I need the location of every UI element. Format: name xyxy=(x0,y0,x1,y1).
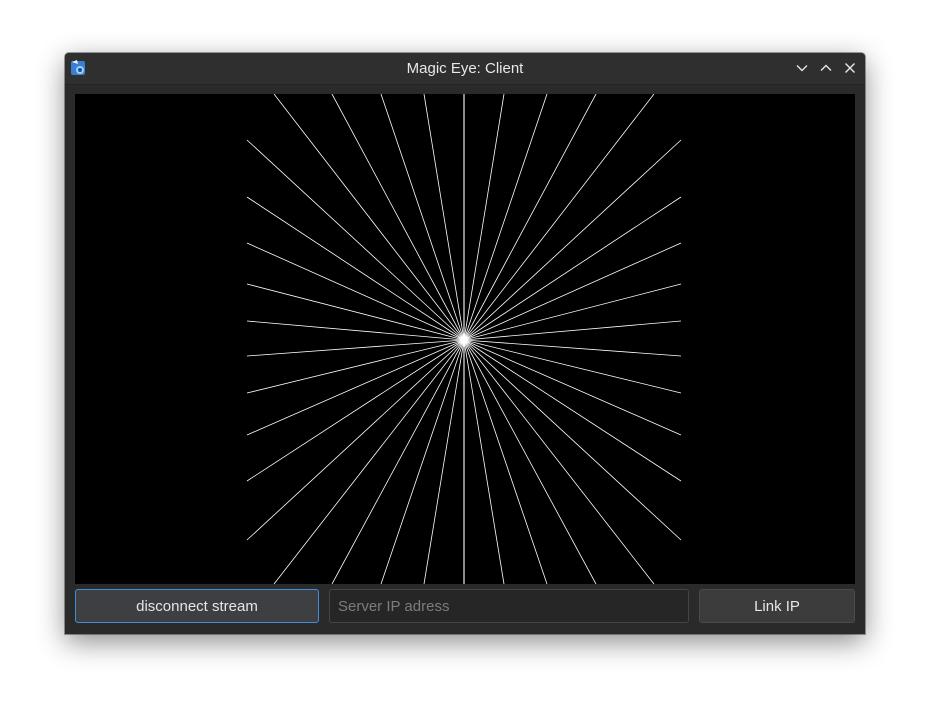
ray-line xyxy=(246,339,465,482)
ray-line xyxy=(463,339,655,584)
ray-line xyxy=(463,339,548,584)
ray-line xyxy=(463,139,682,341)
link-ip-label: Link IP xyxy=(754,597,800,615)
ray-line xyxy=(246,283,465,341)
ray-line xyxy=(380,94,465,341)
ray-line xyxy=(463,320,682,341)
ray-line xyxy=(463,339,682,482)
ray-line xyxy=(273,94,465,341)
app-window: Magic Eye: Client disconnect stream Link… xyxy=(65,53,865,634)
ray-line xyxy=(463,242,682,341)
server-ip-input[interactable] xyxy=(329,589,689,623)
chevron-down-icon xyxy=(796,65,808,72)
title-bar[interactable]: Magic Eye: Client xyxy=(65,53,865,85)
maximize-button[interactable] xyxy=(817,59,835,77)
minimize-button[interactable] xyxy=(793,59,811,77)
starburst-center xyxy=(460,336,468,344)
starburst-pattern xyxy=(246,94,682,584)
window-title: Magic Eye: Client xyxy=(406,60,524,77)
stream-view xyxy=(75,94,855,584)
ray-line xyxy=(246,339,465,541)
ray-line xyxy=(246,139,465,341)
disconnect-stream-label: disconnect stream xyxy=(136,597,258,615)
ray-line xyxy=(246,339,465,436)
close-icon xyxy=(845,63,855,73)
ray-line xyxy=(273,339,465,584)
ray-line xyxy=(463,339,682,541)
ray-line xyxy=(463,339,682,436)
close-button[interactable] xyxy=(841,59,859,77)
disconnect-stream-button[interactable]: disconnect stream xyxy=(75,589,319,623)
ray-line xyxy=(246,242,465,341)
ray-line xyxy=(380,339,465,584)
chevron-up-icon xyxy=(820,64,832,71)
ray-line xyxy=(463,196,682,341)
link-ip-button[interactable]: Link IP xyxy=(699,589,855,623)
ray-line xyxy=(463,283,682,341)
ray-line xyxy=(246,196,465,341)
ray-line xyxy=(246,320,465,341)
ray-line xyxy=(463,94,655,341)
ray-line xyxy=(463,94,548,341)
